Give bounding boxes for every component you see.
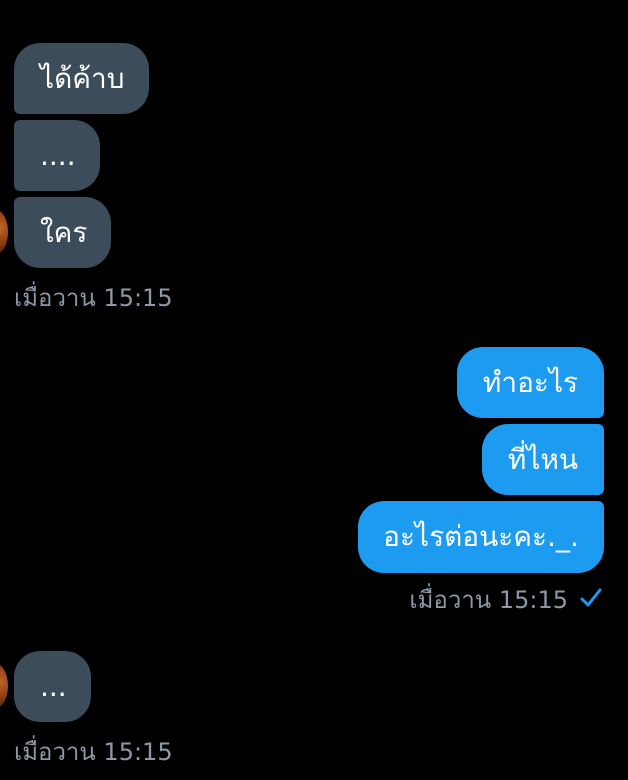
message-timestamp: เมื่อวาน 15:15 (409, 586, 568, 614)
sent-message-bubble[interactable]: อะไรต่อนะคะ._. (358, 501, 604, 573)
sent-message-bubble[interactable]: ที่ไหน (482, 424, 604, 495)
message-text: .... (40, 139, 76, 172)
message-text: ใคร (40, 215, 88, 249)
message-timestamp: เมื่อวาน 15:15 (14, 738, 173, 766)
received-message-bubble[interactable]: ... (14, 651, 91, 722)
message-text: ... (40, 670, 67, 703)
received-message-bubble[interactable]: ได้ค้าบ (14, 43, 149, 114)
check-icon (580, 588, 602, 607)
received-message-bubble[interactable]: ใคร (14, 197, 112, 268)
received-message-bubble[interactable]: .... (14, 120, 100, 191)
message-timestamp: เมื่อวาน 15:15 (14, 284, 173, 312)
message-text: อะไรต่อนะคะ._. (383, 520, 579, 553)
sent-message-bubble[interactable]: ทำอะไร (457, 347, 604, 418)
message-text: ที่ไหน (507, 442, 579, 476)
message-text: ได้ค้าบ (40, 61, 125, 95)
avatar[interactable] (0, 210, 8, 254)
message-text: ทำอะไร (482, 365, 579, 399)
avatar[interactable] (0, 664, 8, 708)
